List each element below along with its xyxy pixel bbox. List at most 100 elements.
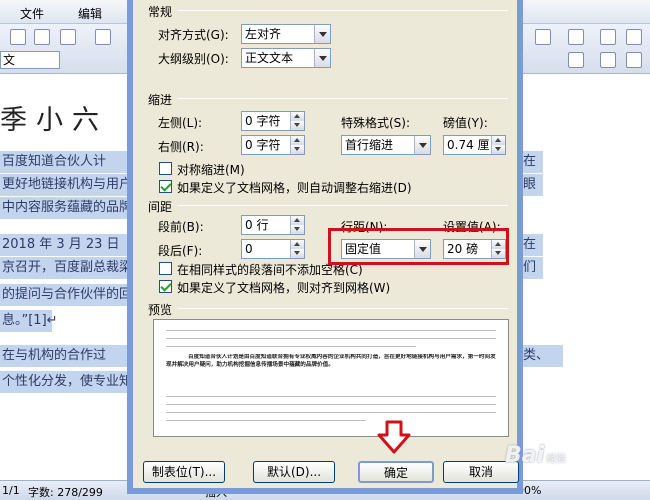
doc-line: 的提问与合作伙伴的回	[0, 284, 132, 306]
special-format-select[interactable]: 首行缩进	[341, 135, 431, 155]
indent-by-label: 磅值(Y):	[443, 116, 488, 130]
indent-right-spinner[interactable]: 0 字符	[241, 135, 305, 155]
special-format-value: 首行缩进	[345, 138, 394, 152]
outline-level-label: 大纲级别(O):	[158, 52, 229, 66]
arrow-down-icon	[377, 420, 411, 454]
doc-line: 在与机构的合作过	[0, 345, 128, 367]
status-page: 1/1	[2, 484, 20, 497]
indent-left-label: 左侧(L):	[158, 116, 203, 130]
no-space-same-style-checkbox[interactable]	[159, 262, 172, 275]
indent-icon[interactable]	[600, 52, 616, 68]
set-default-button[interactable]: 默认(D)...	[253, 461, 335, 483]
watermark-text: Bai	[505, 443, 545, 468]
mirror-indent-label: 对称缩进(M)	[177, 163, 245, 177]
ok-button[interactable]: 确定	[358, 461, 434, 483]
preview-line	[166, 412, 496, 413]
chevron-down-icon[interactable]	[314, 49, 330, 67]
outline-level-select[interactable]: 正文文本	[241, 48, 331, 68]
doc-line: 百度知道合伙人计	[0, 151, 128, 173]
preview-line	[166, 404, 496, 405]
space-before-value: 0 行	[245, 218, 269, 232]
section-general: 常规	[148, 5, 173, 19]
style-select[interactable]: 文	[0, 51, 60, 69]
spin-down-icon[interactable]	[290, 225, 304, 234]
preview-line	[166, 420, 366, 421]
preview-sample-text: 百度知道合伙人计划是由百度知道联合拥有专业权威内容的企业机构共同打造，旨在更好地…	[166, 354, 496, 368]
border-icon[interactable]	[626, 52, 642, 68]
space-after-value: 0	[245, 242, 253, 256]
special-format-label: 特殊格式(S):	[341, 116, 411, 130]
indent-right-value: 0 字符	[245, 138, 281, 152]
space-before-label: 段前(B):	[158, 220, 204, 234]
snap-to-grid-label: 如果定义了文档网格，则对齐到网格(W)	[177, 281, 391, 295]
indent-by-spinner[interactable]: 0.74 厘	[443, 135, 506, 155]
list-icon[interactable]	[568, 29, 584, 45]
text-icon[interactable]	[535, 29, 551, 45]
doc-line: 2018 年 3 月 23 日	[0, 234, 128, 256]
preview-pane: 百度知道合伙人计划是由百度知道联合拥有专业权威内容的企业机构共同打造，旨在更好地…	[153, 319, 509, 437]
space-after-spinner[interactable]: 0	[241, 239, 305, 259]
doc-line: 京召开，百度副总裁梁	[0, 257, 132, 279]
spin-up-icon[interactable]	[491, 136, 505, 145]
indent-left-value: 0 字符	[245, 114, 281, 128]
status-words: 字数: 278/299	[28, 486, 103, 499]
spin-down-icon[interactable]	[290, 145, 304, 154]
mirror-indent-checkbox[interactable]	[159, 162, 172, 175]
divider	[178, 98, 508, 99]
spin-down-icon[interactable]	[290, 249, 304, 258]
document-title-left: 季小六	[0, 105, 108, 136]
preview-line	[166, 396, 496, 397]
indent-by-value: 0.74 厘	[447, 138, 490, 152]
spin-down-icon[interactable]	[491, 145, 505, 154]
section-spacing: 间距	[148, 200, 173, 214]
print-icon[interactable]	[34, 29, 50, 45]
preview-line	[166, 338, 496, 339]
preview-line	[166, 346, 416, 347]
alignment-select[interactable]: 左对齐	[241, 24, 331, 44]
zoom-icon[interactable]	[600, 29, 616, 45]
menu-file[interactable]: 文件	[20, 5, 44, 22]
highlight-box	[328, 228, 509, 265]
spin-up-icon[interactable]	[290, 112, 304, 121]
doc-line: 个性化分发，使专业知	[0, 371, 132, 393]
section-indent: 缩进	[148, 93, 173, 107]
chevron-down-icon[interactable]	[314, 25, 330, 43]
indent-left-spinner[interactable]: 0 字符	[241, 111, 305, 131]
align-icon[interactable]	[568, 52, 584, 68]
doc-line: 更好地链接机构与用户	[0, 174, 132, 196]
spin-up-icon[interactable]	[290, 216, 304, 225]
doc-line: 中内容服务蕴藏的品牌	[0, 197, 132, 219]
space-before-spinner[interactable]: 0 行	[241, 215, 305, 235]
copy-icon[interactable]	[95, 29, 111, 45]
tabs-button[interactable]: 制表位(T)...	[143, 461, 225, 483]
section-preview: 预览	[148, 303, 173, 317]
divider	[178, 10, 508, 11]
auto-adjust-indent-checkbox[interactable]	[159, 180, 172, 193]
spin-up-icon[interactable]	[290, 240, 304, 249]
snap-to-grid-checkbox[interactable]	[159, 280, 172, 293]
spin-up-icon[interactable]	[290, 136, 304, 145]
doc-line-right: 类、	[523, 345, 563, 367]
divider	[178, 308, 508, 309]
alignment-value: 左对齐	[245, 27, 282, 41]
space-after-label: 段后(F):	[158, 244, 203, 258]
watermark-suffix: 经验	[546, 454, 567, 465]
doc-line: 息。”[1]↵	[0, 310, 58, 332]
save-icon[interactable]	[10, 29, 26, 45]
doc-line-right: 在	[523, 234, 543, 256]
outline-level-value: 正文文本	[245, 51, 294, 65]
indent-right-label: 右侧(R):	[158, 140, 204, 154]
chevron-down-icon[interactable]	[414, 136, 430, 154]
doc-line-right: 在	[523, 151, 543, 173]
auto-adjust-indent-label: 如果定义了文档网格，则自动调整右缩进(D)	[177, 181, 412, 195]
doc-line-right: 们	[523, 257, 543, 279]
watermark: Bai 经验	[505, 443, 566, 468]
pdf-icon[interactable]	[60, 29, 76, 45]
alignment-label: 对齐方式(G):	[158, 28, 229, 42]
help-icon[interactable]	[626, 29, 642, 45]
doc-line-right: 眼	[523, 174, 543, 196]
divider	[178, 205, 508, 206]
preview-line	[166, 330, 496, 331]
spin-down-icon[interactable]	[290, 121, 304, 130]
menu-edit[interactable]: 编辑	[78, 5, 102, 22]
